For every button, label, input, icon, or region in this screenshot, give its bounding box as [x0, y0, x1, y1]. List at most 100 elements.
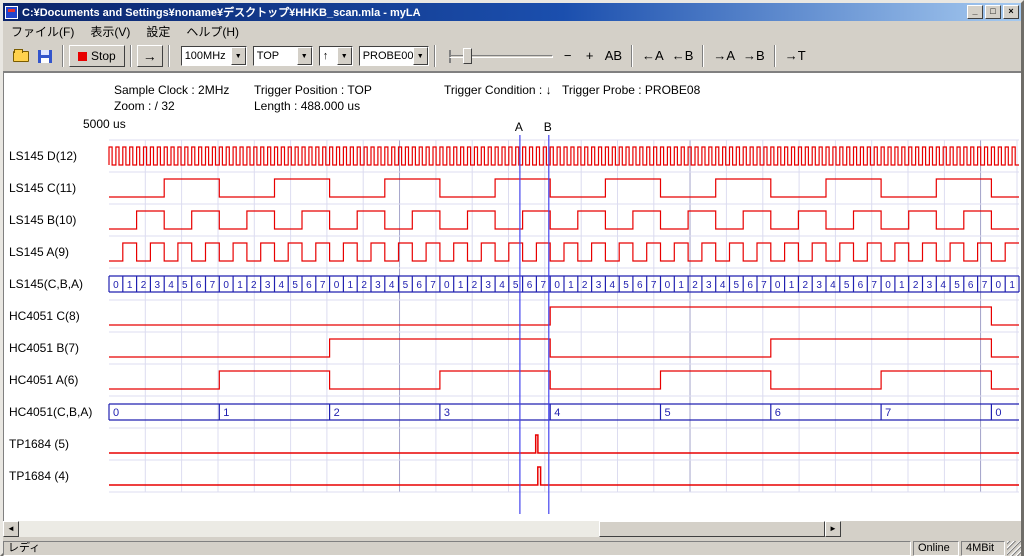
- menu-bar: ファイル(F) 表示(V) 設定 ヘルプ(H): [3, 21, 1021, 41]
- bus-value: 4: [940, 280, 946, 291]
- run-arrow-button[interactable]: →: [137, 45, 163, 67]
- bus-value: 5: [734, 280, 740, 291]
- bus-value: 6: [416, 280, 422, 291]
- bus-value: 2: [361, 280, 367, 291]
- bus-value: 5: [954, 280, 960, 291]
- sample-rate-combo[interactable]: 100MHz: [181, 46, 247, 66]
- zoom-in-button[interactable]: +: [579, 45, 601, 67]
- open-file-button[interactable]: [9, 45, 33, 67]
- toolbar-separator: [62, 45, 64, 67]
- trigger-position-combo[interactable]: TOP: [253, 46, 313, 66]
- toolbar-separator: [434, 45, 436, 67]
- bus-value: 0: [223, 280, 229, 291]
- title-bar[interactable]: C:¥Documents and Settings¥noname¥デスクトップ¥…: [3, 3, 1021, 21]
- bus-value: 5: [513, 280, 519, 291]
- bus-value: 3: [444, 407, 450, 419]
- menu-view[interactable]: 表示(V): [82, 21, 138, 42]
- bus-value: 7: [761, 280, 767, 291]
- sample-rate-value: 100MHz: [182, 47, 231, 65]
- ab-range-button[interactable]: AB: [601, 45, 626, 67]
- bus-value: 3: [155, 280, 161, 291]
- bus-value: 1: [899, 280, 905, 291]
- bus-value: 7: [210, 280, 216, 291]
- bus-value: 3: [927, 280, 933, 291]
- waveform-tp1684-5: [109, 435, 1019, 453]
- channel-label-tp1684-4: TP1684 (4): [9, 469, 69, 483]
- scrollbar-thumb[interactable]: [599, 521, 825, 537]
- bus-value: 0: [113, 280, 119, 291]
- bus-value: 3: [485, 280, 491, 291]
- time-origin-label: 5000 us: [83, 117, 126, 131]
- bus-value: 1: [568, 280, 574, 291]
- zoom-slider[interactable]: [445, 45, 557, 67]
- bus-value: 1: [348, 280, 354, 291]
- waveform-client-area: Sample Clock : 2MHz Trigger Position : T…: [3, 72, 1021, 521]
- jump-right-marker-a-button[interactable]: →A: [709, 45, 739, 67]
- waveform-hc4051-b-7: [109, 339, 1019, 357]
- bus-value: 7: [541, 280, 547, 291]
- bus-value: 7: [871, 280, 877, 291]
- marker-label-b: B: [544, 120, 552, 134]
- zoom-slider-handle[interactable]: [463, 48, 472, 64]
- bus-value: 1: [678, 280, 684, 291]
- bus-value: 7: [430, 280, 436, 291]
- dropdown-arrow-icon[interactable]: [297, 47, 312, 65]
- marker-label-a: A: [515, 120, 523, 134]
- close-button[interactable]: ×: [1003, 5, 1019, 19]
- app-icon: [5, 6, 18, 19]
- channel-label-ls145-d-12: LS145 D(12): [9, 149, 77, 163]
- toolbar-separator: [631, 45, 633, 67]
- channel-label-hc4051-a-6: HC4051 A(6): [9, 373, 78, 387]
- bus-value: 6: [747, 280, 753, 291]
- bus-value: 6: [775, 407, 781, 419]
- channel-label-ls145-c-b-a: LS145(C,B,A): [9, 277, 83, 291]
- zoom-out-button[interactable]: −: [557, 45, 579, 67]
- minimize-button[interactable]: _: [967, 5, 983, 19]
- dropdown-arrow-icon[interactable]: [413, 47, 428, 65]
- bus-value: 5: [292, 280, 298, 291]
- scroll-left-arrow-icon[interactable]: [3, 521, 19, 537]
- trigger-edge-value: ↑: [320, 47, 337, 65]
- scroll-right-arrow-icon[interactable]: [825, 521, 841, 537]
- bus-value: 4: [720, 280, 726, 291]
- waveform-hc4051-c-8: [109, 307, 1019, 325]
- bus-value: 4: [168, 280, 174, 291]
- bus-value: 0: [334, 280, 340, 291]
- channel-label-hc4051-b-7: HC4051 B(7): [9, 341, 79, 355]
- menu-help[interactable]: ヘルプ(H): [178, 21, 247, 42]
- trigger-edge-combo[interactable]: ↑: [319, 46, 353, 66]
- dropdown-arrow-icon[interactable]: [337, 47, 352, 65]
- bus-value: 0: [995, 407, 1001, 419]
- stop-button[interactable]: Stop: [69, 45, 125, 67]
- trigger-probe-combo[interactable]: PROBE00: [359, 46, 429, 66]
- resize-grip[interactable]: [1007, 541, 1021, 556]
- timing-diagram[interactable]: 5000 usLS145 D(12)LS145 C(11)LS145 B(10)…: [4, 73, 1022, 522]
- bus-value: 0: [996, 280, 1002, 291]
- status-memory-badge: 4MBit: [961, 541, 1005, 556]
- bus-value: 5: [665, 407, 671, 419]
- menu-file[interactable]: ファイル(F): [3, 21, 82, 42]
- channel-label-ls145-a-9: LS145 A(9): [9, 245, 69, 259]
- menu-settings[interactable]: 設定: [138, 21, 178, 42]
- dropdown-arrow-icon[interactable]: [231, 47, 246, 65]
- waveform-ls145-b-10: [109, 211, 1019, 229]
- status-bar: レディ Online 4MBit: [3, 541, 1021, 556]
- bus-value: 7: [651, 280, 657, 291]
- bus-value: 4: [554, 407, 560, 419]
- status-online-badge: Online: [913, 541, 959, 556]
- folder-open-icon: [13, 51, 29, 62]
- jump-left-marker-a-button[interactable]: ←A: [638, 45, 668, 67]
- jump-trigger-button[interactable]: →T: [781, 45, 810, 67]
- maximize-button[interactable]: □: [985, 5, 1001, 19]
- bus-value: 0: [113, 407, 119, 419]
- bus-value: 3: [706, 280, 712, 291]
- jump-right-marker-b-button[interactable]: →B: [739, 45, 769, 67]
- channel-label-hc4051-c-b-a: HC4051(C,B,A): [9, 405, 92, 419]
- horizontal-scrollbar[interactable]: [3, 521, 841, 537]
- jump-left-marker-b-button[interactable]: ←B: [668, 45, 698, 67]
- save-file-button[interactable]: [33, 45, 57, 67]
- bus-value: 0: [665, 280, 671, 291]
- scrollbar-filler: [841, 521, 1021, 537]
- channel-label-ls145-b-10: LS145 B(10): [9, 213, 76, 227]
- toolbar-separator: [168, 45, 170, 67]
